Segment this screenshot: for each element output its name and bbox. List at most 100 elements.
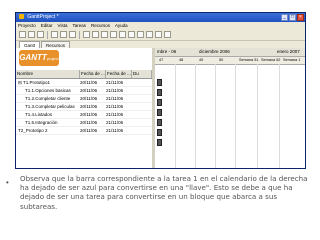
grid-line [195,64,196,168]
table-row[interactable]: T1.3.Completar peliculas 20/11/06 21/11/… [16,103,152,111]
chart-week-header: 47 48 49 50 Semana 51 Semana 52 Semana 1 [155,57,305,65]
zoom-in-icon[interactable] [155,31,162,38]
column-header-start[interactable]: Fecha de ... [80,70,106,78]
table-row[interactable]: T1.5.Integración 20/11/06 21/11/06 [16,119,152,127]
delete-icon[interactable] [137,31,144,38]
task-start: 20/11/06 [80,120,98,125]
task-name: T1.Prototipo1 [22,80,50,85]
task-marker-icon [157,139,162,146]
bullet-icon: • [6,178,9,187]
task-end: 21/11/06 [106,104,124,109]
maximize-button[interactable]: □ [289,14,296,21]
menu-editar[interactable]: Editar [41,22,53,29]
ganttproject-logo: GANTTproject [19,50,59,66]
task-markers [157,79,162,149]
task-end: 21/11/06 [106,80,124,85]
task-end: 21/11/06 [106,112,124,117]
task-name: T1.4.Listados [25,112,53,117]
slide: GanttProject * _ □ × Proyecto Editar Vis… [0,0,320,240]
table-row[interactable]: T1.1.Opciones basicas 20/11/06 21/11/06 [16,87,152,95]
grid-line [279,64,280,168]
table-row[interactable]: T1.2.Completar cliente 20/11/06 21/11/06 [16,95,152,103]
window-title: GanttProject * [27,14,59,20]
indent-icon[interactable] [83,31,90,38]
menu-proyecto[interactable]: Proyecto [18,22,36,29]
ganttproject-window: GanttProject * _ □ × Proyecto Editar Vis… [15,12,306,169]
week-label: 49 [199,58,204,62]
collapse-icon[interactable]: ⊟ [18,80,22,85]
task-start: 20/11/06 [80,104,98,109]
task-start: 20/11/06 [80,128,98,133]
month-label: mbre - 06 [157,49,177,54]
task-name: T2_Prototipo 2 [18,128,48,133]
column-header-name[interactable]: Nombre [16,70,80,78]
unlink-icon[interactable] [128,31,135,38]
week-label: Semana 1 [283,58,301,62]
menu-bar: Proyecto Editar Vista Tareas Recursos Ay… [16,22,305,29]
grid-line [257,64,258,168]
task-end: 21/11/06 [106,88,124,93]
task-name: T1.2.Completar cliente [25,96,71,101]
menu-ayuda[interactable]: Ayuda [115,22,128,29]
task-marker-icon [157,89,162,96]
gantt-chart[interactable]: mbre - 06 diciembre 2006 enero 2007 47 4… [155,48,305,168]
minimize-button[interactable]: _ [281,14,288,21]
task-table-header: Nombre Fecha de ... Fecha de ... Du [16,70,152,79]
week-label: Semana 52 [261,58,281,62]
toolbar-separator [79,30,80,39]
task-marker-icon [157,129,162,136]
task-start: 20/11/06 [80,96,98,101]
paste-icon[interactable] [69,31,76,38]
task-name: T1.1.Opciones basicas [25,88,71,93]
task-table-body: ⊟ T1.Prototipo1 20/11/06 21/11/06 T1.1.O… [16,79,152,135]
grid-line [215,64,216,168]
chart-month-header: mbre - 06 diciembre 2006 enero 2007 [155,48,305,57]
link-icon[interactable] [119,31,126,38]
task-marker-icon [157,119,162,126]
task-name: T1.3.Completar peliculas [25,104,75,109]
task-marker-icon [157,79,162,86]
gantt-panel: GANTTproject Nombre Fecha de ... Fecha d… [16,48,305,168]
copy-icon[interactable] [60,31,67,38]
task-end: 21/11/06 [106,120,124,125]
column-header-end[interactable]: Fecha de ... [106,70,132,78]
menu-tareas[interactable]: Tareas [72,22,86,29]
toolbar [16,29,305,41]
down-icon[interactable] [110,31,117,38]
week-label: 50 [219,58,224,62]
table-row[interactable]: ⊟ T1.Prototipo1 20/11/06 21/11/06 [16,79,152,87]
table-row[interactable]: T2_Prototipo 2 20/11/06 21/11/06 [16,127,152,135]
up-icon[interactable] [101,31,108,38]
task-name: T1.5.Integración [25,120,58,125]
grid-line [175,64,176,168]
week-label: Semana 51 [239,58,259,62]
task-marker-icon [157,109,162,116]
month-label: enero 2007 [277,49,300,54]
new-icon[interactable] [19,31,26,38]
save-icon[interactable] [37,31,44,38]
task-start: 20/11/06 [80,112,98,117]
app-icon [19,14,24,20]
properties-icon[interactable] [146,31,153,38]
week-label: 48 [179,58,184,62]
week-label: 47 [159,58,164,62]
menu-vista[interactable]: Vista [58,22,68,29]
toolbar-separator [47,30,48,39]
unindent-icon[interactable] [92,31,99,38]
menu-recursos[interactable]: Recursos [91,22,110,29]
open-icon[interactable] [28,31,35,38]
slide-caption: Observa que la barra correspondiente a l… [20,174,308,211]
task-marker-icon [157,99,162,106]
task-end: 21/11/06 [106,128,124,133]
title-bar: GanttProject * _ □ × [16,13,305,22]
zoom-out-icon[interactable] [164,31,171,38]
table-row[interactable]: T1.4.Listados 20/11/06 21/11/06 [16,111,152,119]
cut-icon[interactable] [51,31,58,38]
column-header-duration[interactable]: Du [132,70,152,78]
close-button[interactable]: × [297,14,304,21]
task-start: 20/11/06 [80,88,98,93]
month-label: diciembre 2006 [199,49,230,54]
task-start: 20/11/06 [80,80,98,85]
task-end: 21/11/06 [106,96,124,101]
grid-line [235,64,236,168]
